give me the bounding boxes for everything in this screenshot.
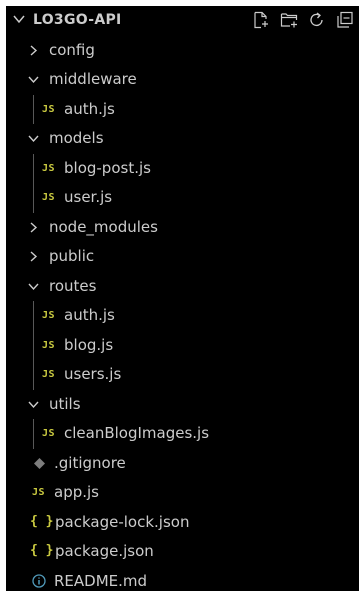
tree-item-label: public [49,247,95,265]
explorer-panel: LO3GO-API config middleware JS auth.js m… [6,6,359,591]
collapse-all-button[interactable] [335,10,355,30]
tree-file[interactable]: { } package-lock.json [6,508,359,538]
tree-folder[interactable]: utils [6,390,359,420]
explorer-header[interactable]: LO3GO-API [6,6,359,34]
tree-item-label: config [49,40,95,59]
tree-item-label: utils [49,394,81,413]
chevron-down-icon[interactable] [12,12,26,26]
tree-folder[interactable]: middleware [6,65,359,95]
collapse-all-icon [337,11,353,28]
tree-item-label: README.md [54,571,148,590]
chevron-down-icon [28,401,39,408]
explorer-title: LO3GO-API [33,12,122,28]
js-file-icon: JS [42,428,56,439]
tree-item-label: package-lock.json [55,512,190,531]
tree-item-label: users.js [64,365,122,383]
new-folder-button[interactable] [279,10,299,30]
tree-folder[interactable]: config [6,36,359,66]
indent-guide [33,94,34,124]
js-file-icon: JS [42,310,56,321]
tree-item-label: node_modules [49,217,158,236]
js-file-icon: JS [42,339,56,351]
json-file-icon: { } [30,543,54,558]
tree-file[interactable]: JS blog.js [6,330,359,360]
new-file-icon [254,11,268,29]
tree-item-label: app.js [54,483,99,501]
tree-item-label: auth.js [64,99,115,118]
tree-file[interactable]: JS blog-post.js [6,153,359,183]
indent-guide [33,419,34,449]
tree-file[interactable]: { } package.json [6,537,359,567]
js-file-icon: JS [42,162,56,174]
git-icon [34,457,45,469]
chevron-right-icon [30,221,38,233]
tree-folder[interactable]: public [6,242,359,272]
tree-folder[interactable]: node_modules [6,213,359,243]
tree-item-label: blog-post.js [64,158,151,177]
js-file-icon: JS [42,192,56,203]
js-file-icon: JS [42,369,56,380]
tree-file[interactable]: .gitignore [6,449,359,479]
chevron-down-icon [28,76,39,84]
tree-file[interactable]: JS auth.js [6,94,359,124]
tree-item-label: routes [49,276,97,295]
tree-item-label: models [49,129,104,147]
indent-guide [33,183,34,213]
tree-file[interactable]: JS auth.js [6,301,359,331]
new-file-button[interactable] [251,10,271,30]
tree-item-label: user.js [64,188,113,206]
js-file-icon: JS [32,487,46,498]
indent-guide [33,301,34,331]
tree-item-label: blog.js [64,335,114,354]
refresh-icon [310,12,323,26]
tree-file[interactable]: JS users.js [6,360,359,390]
indent-guide [33,330,34,360]
tree-folder[interactable]: models [6,124,359,154]
explorer-actions [251,10,355,30]
tree-item-label: package.json [55,542,154,560]
tree-item-label: .gitignore [54,453,126,472]
tree-item-label: middleware [49,70,137,88]
tree-file[interactable]: JS cleanBlogImages.js [6,419,359,449]
chevron-right-icon [30,44,38,56]
tree-folder[interactable]: routes [6,272,359,302]
json-file-icon: { } [30,513,54,529]
refresh-button[interactable] [307,10,327,30]
tree-file[interactable]: JS user.js [6,183,359,213]
chevron-down-icon [28,135,39,143]
chevron-right-icon [30,251,38,262]
new-folder-icon [280,13,298,28]
tree-item-label: auth.js [64,306,115,324]
chevron-down-icon [28,283,39,290]
tree-file[interactable]: JS app.js [6,478,359,508]
indent-guide [33,153,34,183]
info-icon [32,573,46,588]
js-file-icon: JS [42,103,56,115]
file-tree: config middleware JS auth.js models JS blog-po… [6,36,359,591]
tree-item-label: cleanBlogImages.js [64,424,210,442]
tree-file[interactable]: README.md [6,567,359,591]
indent-guide [33,360,34,390]
